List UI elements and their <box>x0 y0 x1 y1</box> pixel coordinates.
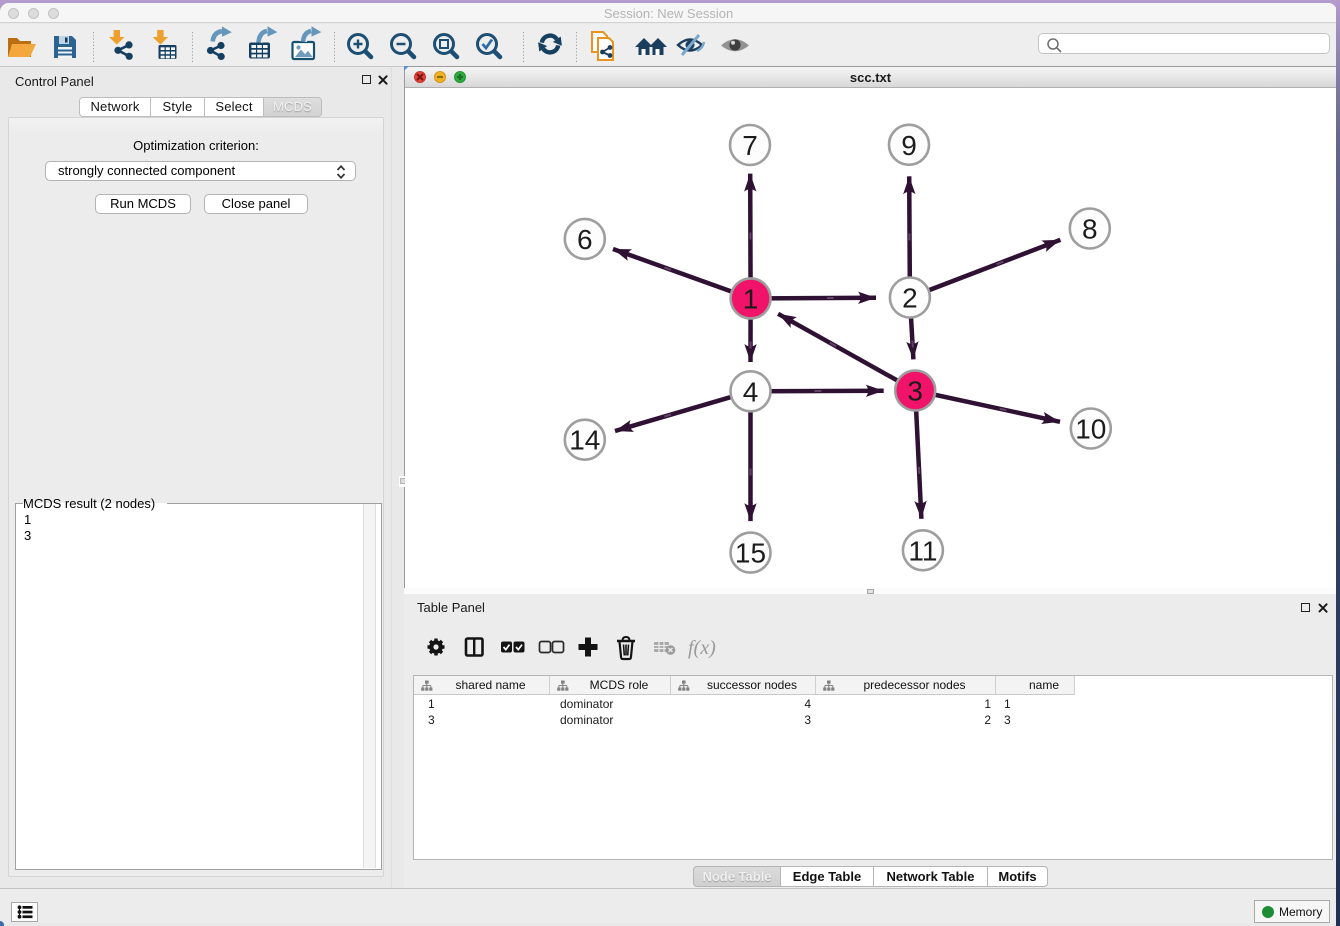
svg-text:4: 4 <box>743 376 759 407</box>
svg-text:10: 10 <box>1075 414 1106 445</box>
svg-text:1: 1 <box>743 283 759 314</box>
svg-text:f(x): f(x) <box>688 637 716 659</box>
svg-text:3: 3 <box>907 376 923 407</box>
svg-text:15: 15 <box>735 538 766 569</box>
svg-text:8: 8 <box>1082 214 1098 245</box>
svg-text:14: 14 <box>569 425 600 456</box>
svg-text:2: 2 <box>902 283 918 314</box>
svg-text:6: 6 <box>577 224 593 255</box>
svg-text:11: 11 <box>908 535 937 566</box>
svg-text:9: 9 <box>901 130 917 161</box>
svg-text:7: 7 <box>742 130 758 161</box>
